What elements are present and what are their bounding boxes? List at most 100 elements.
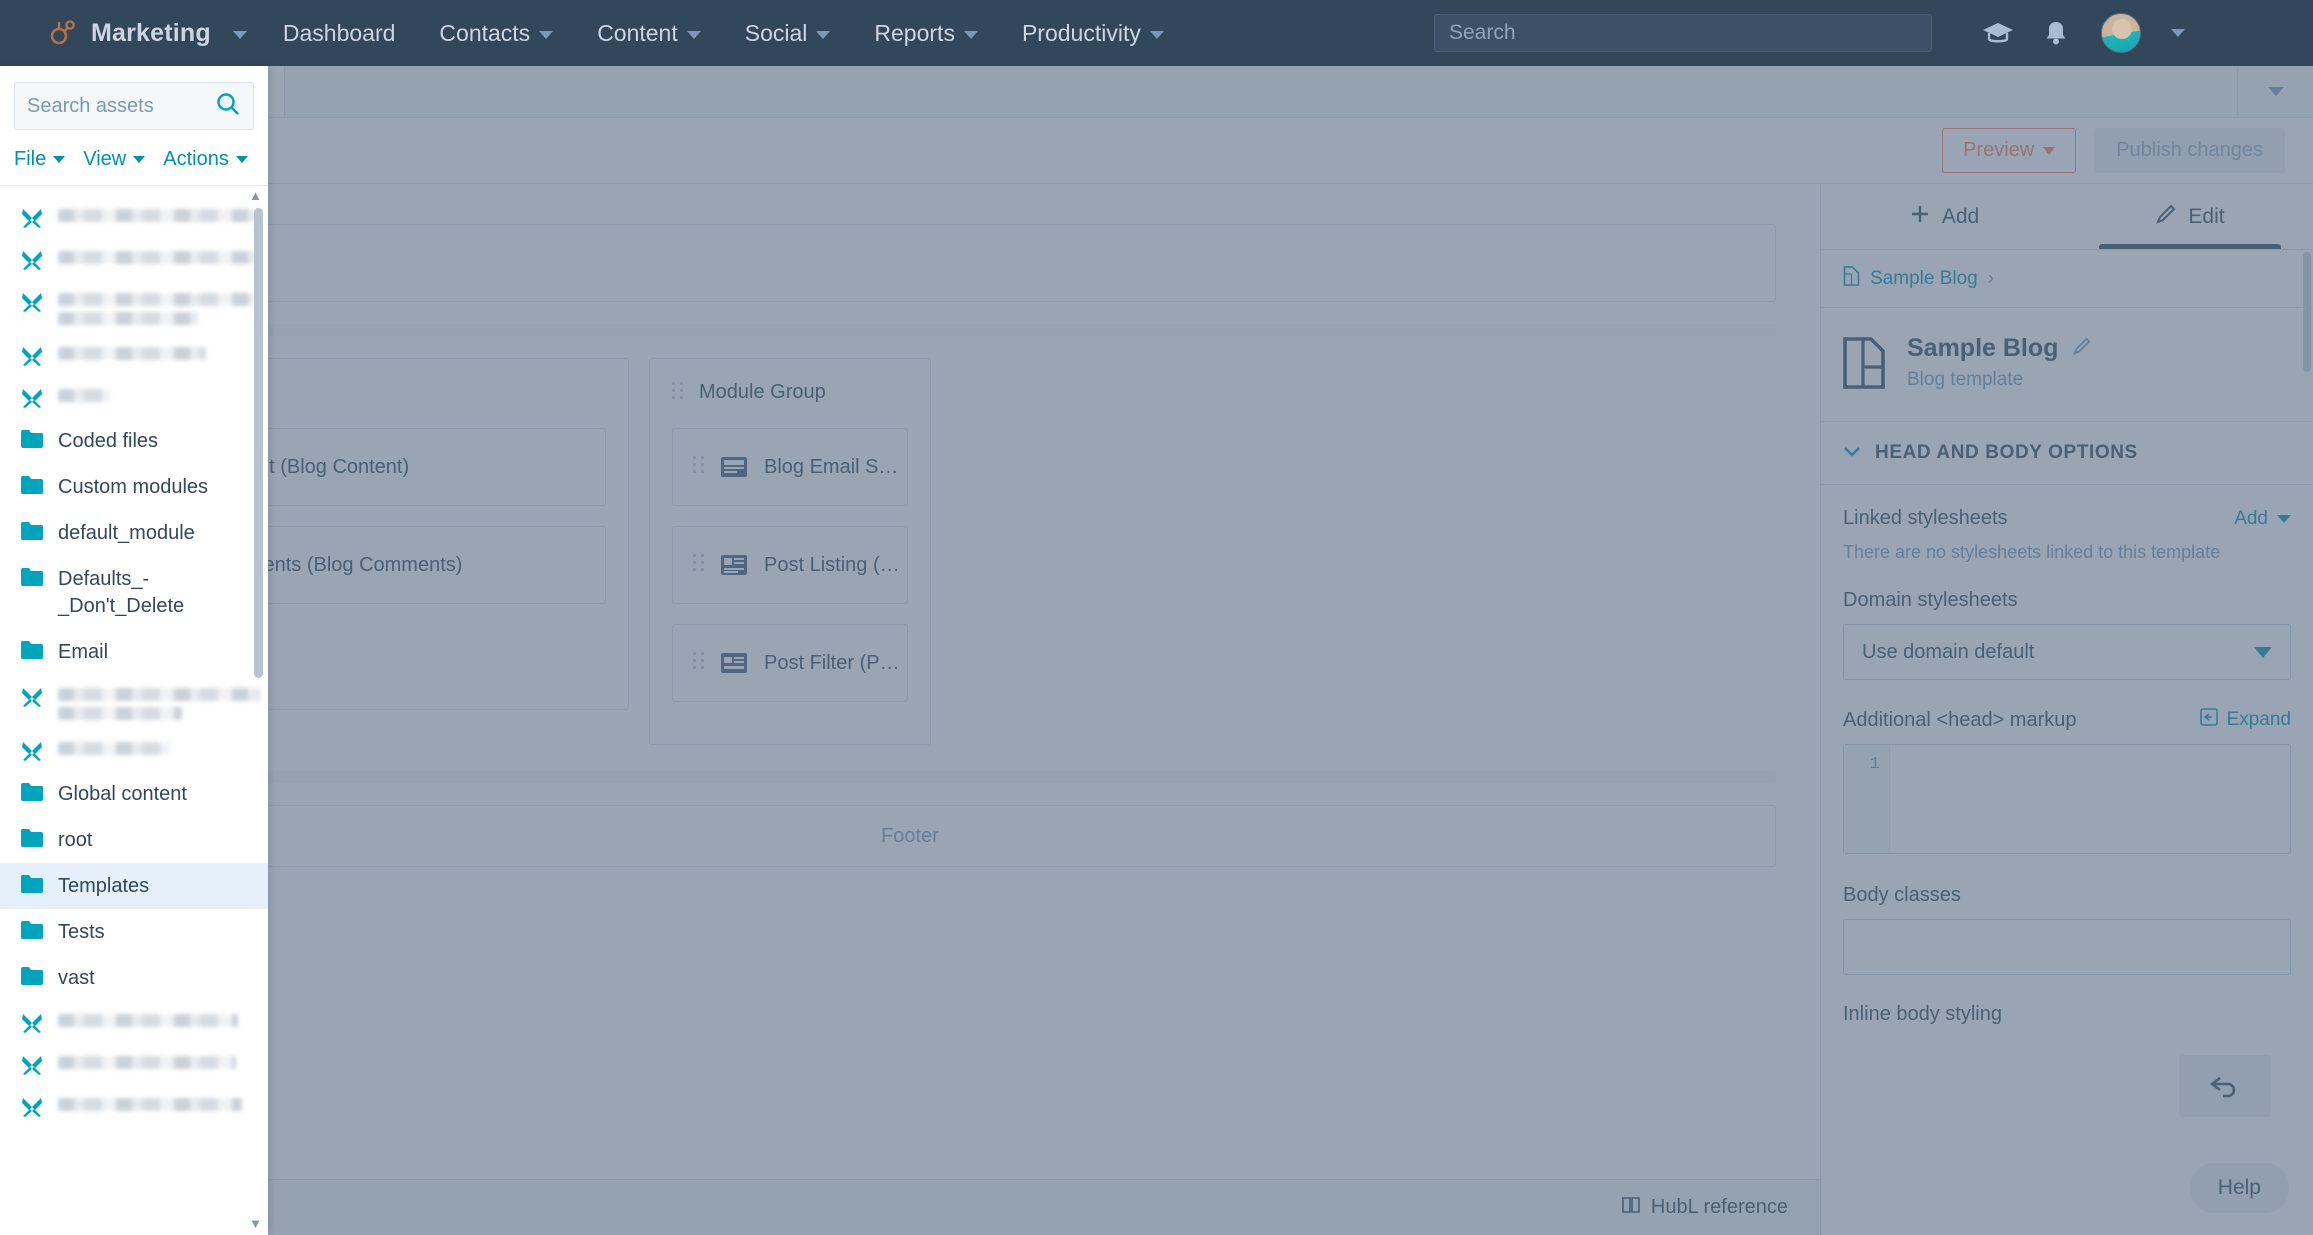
tools-icon [20, 387, 44, 409]
chevron-down-icon [232, 31, 247, 39]
redacted-line [58, 312, 198, 325]
search-input[interactable]: Search assets [27, 95, 215, 118]
menu-file[interactable]: File [14, 148, 79, 171]
redacted-line [58, 1098, 242, 1111]
redacted-line [58, 209, 258, 222]
tree-item-label: default_module [58, 522, 195, 544]
nav-item-social[interactable]: Social [723, 0, 853, 66]
chevron-down-icon [816, 31, 831, 39]
tree-item-redacted[interactable] [0, 196, 268, 238]
tree-item-defaults-don-t-delete[interactable]: Defaults_-_Don't_Delete [0, 556, 268, 629]
nav-item-content[interactable]: Content [575, 0, 723, 66]
redacted-label [58, 289, 254, 325]
chevron-down-icon [686, 31, 701, 39]
tools-icon [20, 1054, 44, 1076]
tree-item-root[interactable]: root [0, 817, 268, 863]
redacted-label [58, 385, 110, 402]
tree-item-custom-modules[interactable]: Custom modules [0, 464, 268, 510]
nav-item-label: Dashboard [282, 19, 396, 46]
tools-icon [20, 291, 44, 313]
tree-item-vast[interactable]: vast [0, 955, 268, 1001]
redacted-line [58, 251, 256, 264]
tree-item-redacted[interactable] [0, 376, 268, 418]
tree-item-tests[interactable]: Tests [0, 909, 268, 955]
tree-item-redacted[interactable] [0, 729, 268, 771]
redacted-line [58, 688, 260, 701]
redacted-label [58, 738, 170, 755]
redacted-line [58, 293, 254, 306]
chevron-down-icon[interactable] [2171, 29, 2185, 37]
tree-item-coded-files[interactable]: Coded files [0, 418, 268, 464]
tree-item-label: Coded files [58, 430, 159, 452]
nav-item-label: Social [744, 19, 808, 46]
search-icon[interactable] [215, 91, 241, 122]
modal-scrim-overlay[interactable] [0, 66, 2313, 1235]
tools-icon [20, 1096, 44, 1118]
tree-item-label: Templates [58, 875, 150, 897]
nav-item-contacts[interactable]: Contacts [417, 0, 575, 66]
tree-item-label: Global content [58, 783, 187, 805]
redacted-line [58, 347, 206, 360]
tree-item-global-content[interactable]: Global content [0, 771, 268, 817]
redacted-line [58, 742, 170, 755]
scroll-down-arrow-icon[interactable]: ▼ [249, 1216, 262, 1231]
tree-item-redacted[interactable] [0, 1001, 268, 1043]
tree-item-label: Tests [58, 921, 105, 943]
tree-item-redacted[interactable] [0, 675, 268, 729]
tools-icon [20, 686, 44, 708]
scroll-up-arrow-icon[interactable]: ▲ [249, 188, 262, 203]
tree-item-redacted[interactable] [0, 1043, 268, 1085]
tree-item-label: Custom modules [58, 476, 209, 498]
redacted-line [58, 389, 110, 402]
assets-search-wrapper: Search assets [0, 66, 268, 138]
tree-item-redacted[interactable] [0, 1085, 268, 1127]
redacted-label [58, 1094, 242, 1111]
chevron-down-icon [133, 156, 146, 163]
menu-label: View [83, 148, 127, 170]
tree-item-templates[interactable]: Templates [0, 863, 268, 909]
menu-label: File [14, 148, 47, 170]
tree-item-redacted[interactable] [0, 238, 268, 280]
nav-item-label: Content [597, 19, 678, 46]
tree-item-default-module[interactable]: default_module [0, 510, 268, 556]
avatar[interactable] [2101, 13, 2141, 53]
hubspot-logo-icon [48, 18, 78, 48]
tools-icon [20, 740, 44, 762]
nav-item-reports[interactable]: Reports [852, 0, 1000, 66]
bell-icon[interactable] [2041, 18, 2075, 48]
redacted-label [58, 1052, 236, 1069]
asset-tree-scroll-thumb[interactable] [254, 208, 263, 678]
redacted-line [58, 1014, 238, 1027]
asset-tree-scrollbar[interactable]: ▲ ▼ [249, 186, 264, 1235]
tree-item-label: Email [58, 641, 109, 663]
app-root: Marketing Dashboard Contacts Content Soc… [0, 0, 2313, 1235]
brand-home-link[interactable]: Marketing [0, 18, 261, 48]
redacted-label [58, 1010, 238, 1027]
brand-label: Marketing [91, 18, 211, 47]
folder-icon [20, 828, 44, 850]
graduation-cap-icon[interactable] [1981, 18, 2015, 48]
chevron-down-icon [1149, 31, 1164, 39]
global-search-input[interactable]: Search [1434, 14, 1932, 52]
tools-icon [20, 345, 44, 367]
tools-icon [20, 249, 44, 271]
top-nav-icon-group [1981, 0, 2313, 66]
tree-item-redacted[interactable] [0, 280, 268, 334]
top-navigation-bar: Marketing Dashboard Contacts Content Soc… [0, 0, 2313, 66]
search-assets-field[interactable]: Search assets [14, 82, 254, 130]
nav-item-label: Reports [874, 19, 955, 46]
chevron-down-icon [963, 31, 978, 39]
asset-tree-rows: Coded files Custom modules default_module D… [0, 196, 268, 1127]
tree-item-email[interactable]: Email [0, 629, 268, 675]
tree-item-redacted[interactable] [0, 334, 268, 376]
tools-icon [20, 1012, 44, 1034]
tools-icon [20, 207, 44, 229]
nav-item-dashboard[interactable]: Dashboard [261, 0, 418, 66]
menu-view[interactable]: View [83, 148, 159, 171]
folder-icon [20, 521, 44, 543]
assets-panel: Search assets File View Actions Coded fi… [0, 66, 268, 1235]
menu-actions[interactable]: Actions [163, 148, 262, 171]
tree-item-label: root [58, 829, 93, 851]
nav-item-productivity[interactable]: Productivity [1000, 0, 1186, 66]
chevron-down-icon [539, 31, 554, 39]
